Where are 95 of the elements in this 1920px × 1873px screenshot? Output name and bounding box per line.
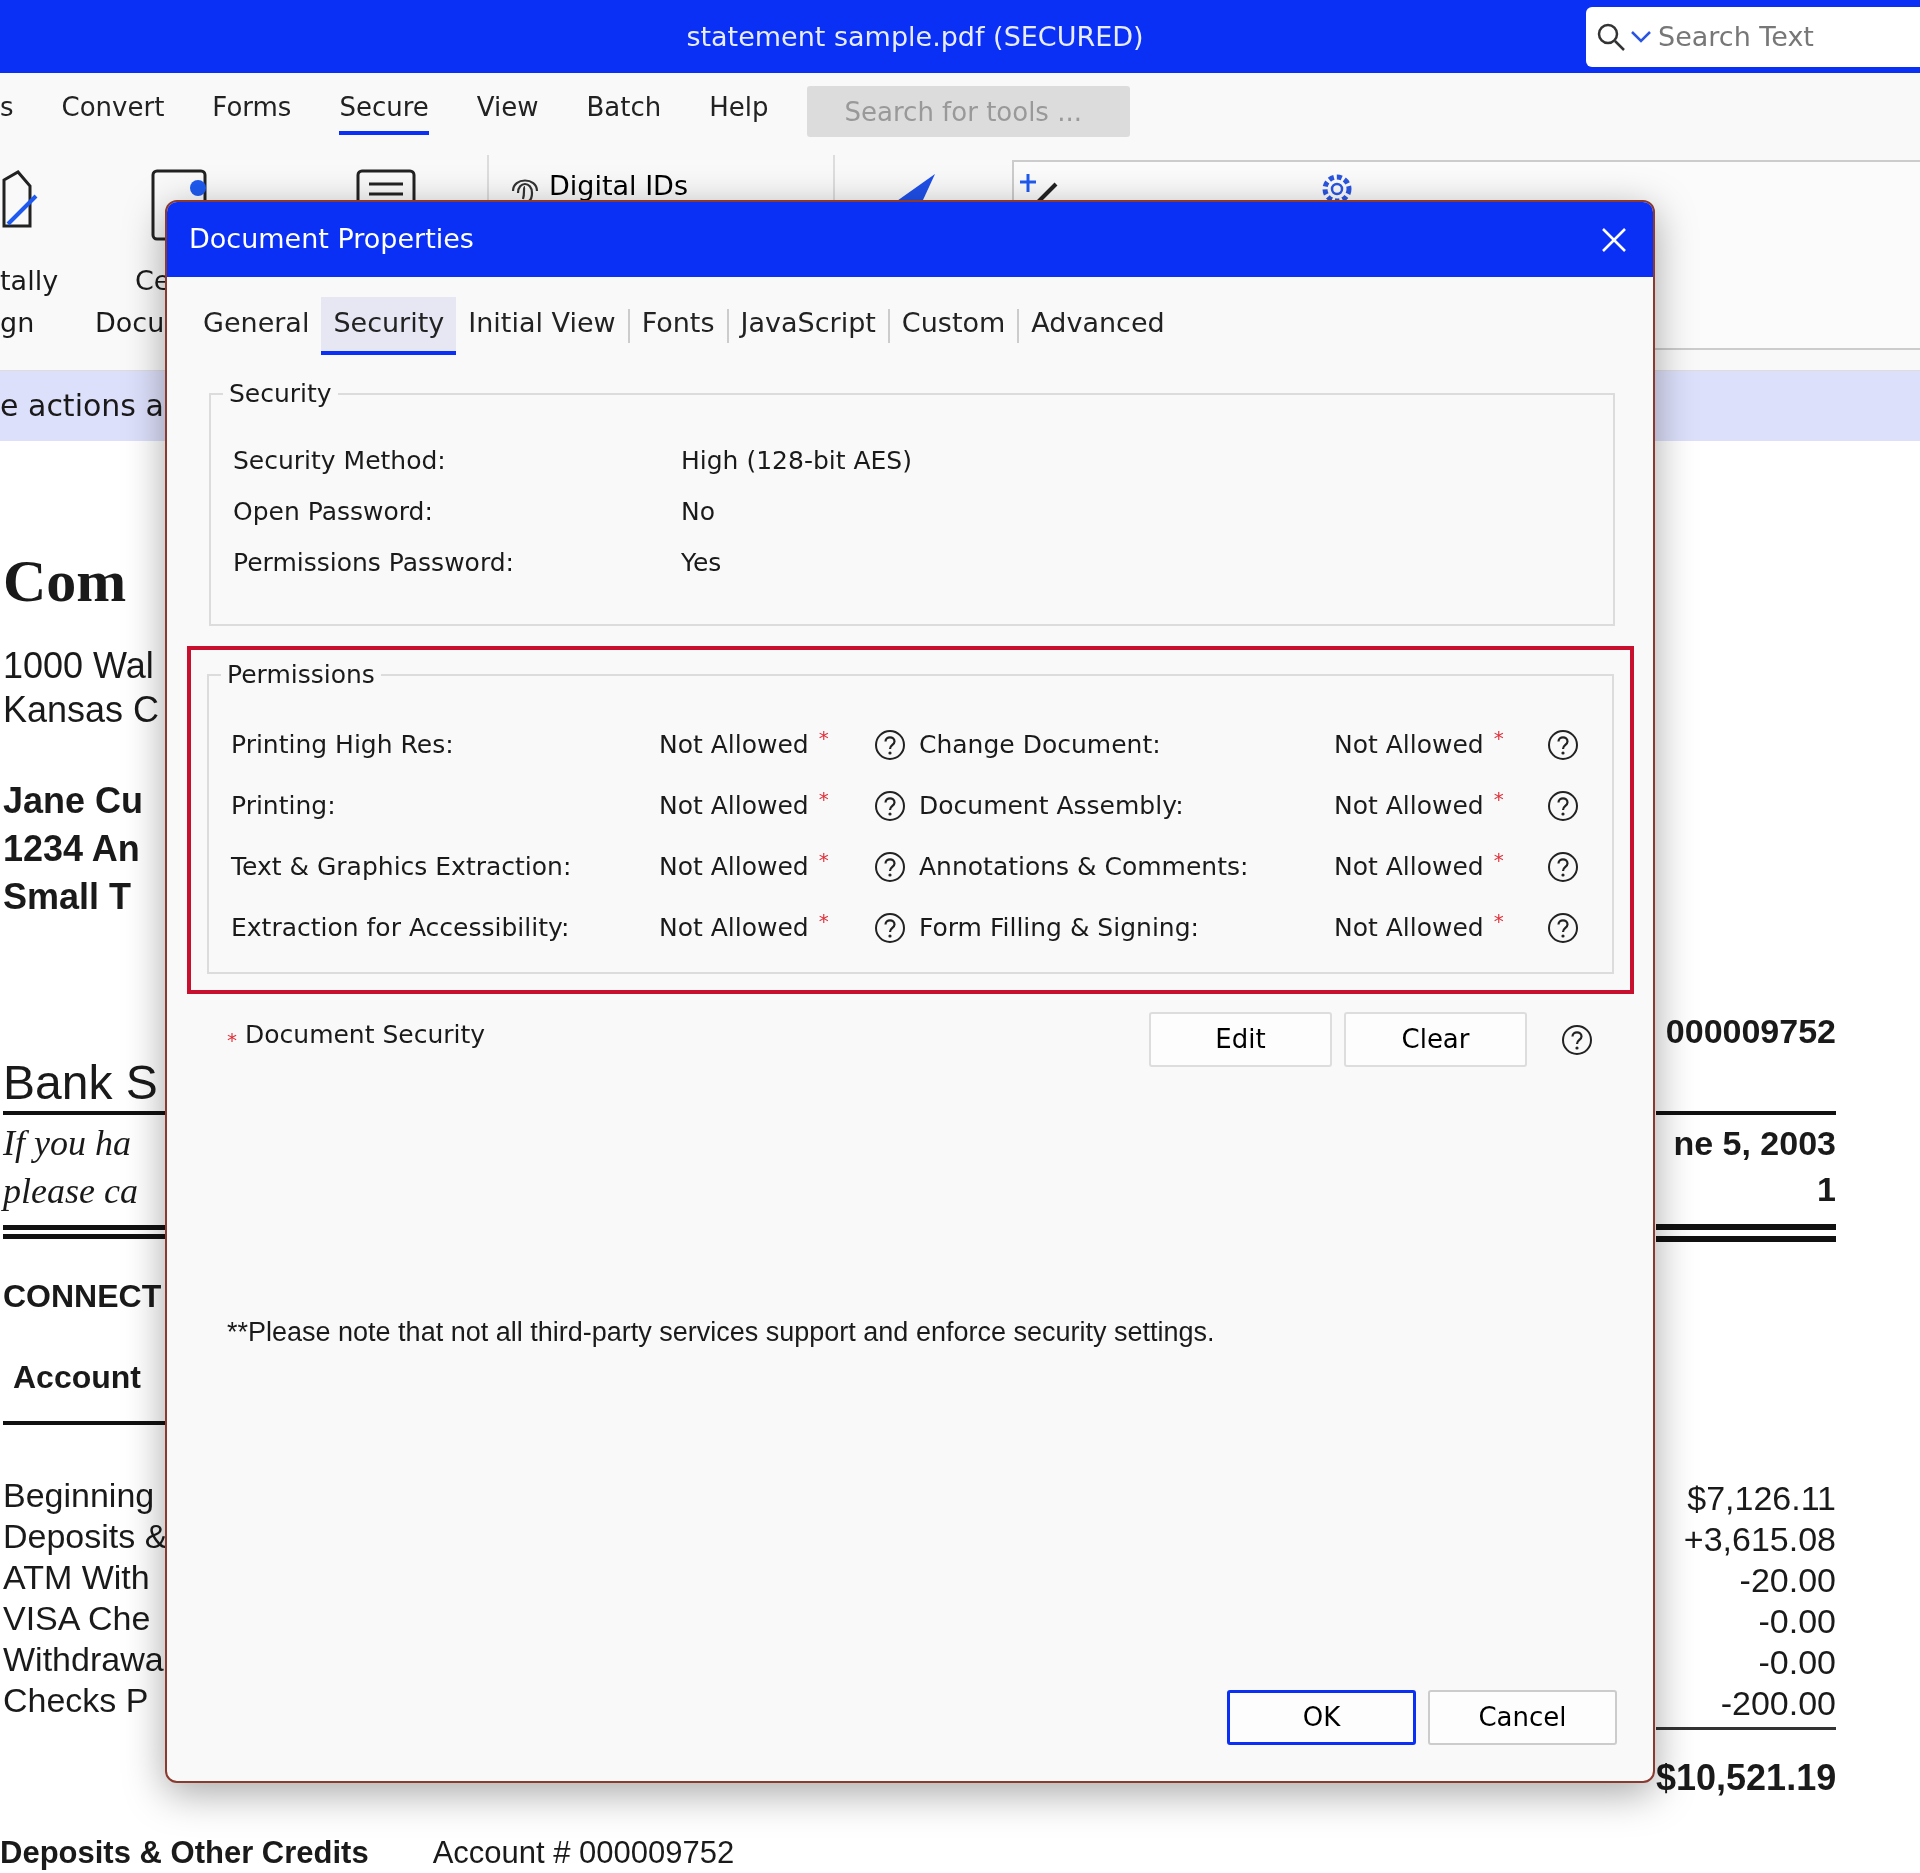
help-icon[interactable] xyxy=(874,789,906,822)
tab[interactable]: Initial View xyxy=(456,296,628,356)
digital-ids-button[interactable]: Digital IDs xyxy=(509,164,688,208)
permission-label: Annotations & Comments: xyxy=(919,851,1250,883)
summary-label: ATM With xyxy=(3,1557,150,1598)
ribbon-label[interactable]: tally xyxy=(0,260,59,302)
permission-label: Form Filling & Signing: xyxy=(919,912,1200,944)
summary-label: Checks P xyxy=(3,1680,149,1721)
chevron-down-icon[interactable] xyxy=(1630,30,1652,44)
tab[interactable]: General xyxy=(191,296,322,356)
window-title: statement sample.pdf (SECURED) xyxy=(686,20,1145,54)
edit-button[interactable]: Edit xyxy=(1149,1012,1332,1067)
amount: $7,126.11 xyxy=(1687,1478,1836,1519)
statement-info: ne 5, 2003 xyxy=(1673,1123,1836,1164)
permission-label: Document Assembly: xyxy=(919,790,1185,822)
menu-item[interactable]: Convert xyxy=(61,88,165,135)
search-box[interactable]: Search Text xyxy=(1586,7,1920,67)
field-label: Open Password: xyxy=(233,496,434,528)
menu-item[interactable]: Batch xyxy=(586,88,662,135)
help-icon[interactable] xyxy=(1547,911,1579,944)
tab[interactable]: Custom xyxy=(889,296,1018,356)
permission-label: Extraction for Accessibility: xyxy=(231,912,571,944)
field-label: Security Method: xyxy=(233,445,447,477)
tab[interactable]: Fonts xyxy=(629,296,727,356)
permission-value: Not Allowed * xyxy=(1334,847,1505,883)
cancel-button[interactable]: Cancel xyxy=(1428,1690,1617,1745)
field-label: Permissions Password: xyxy=(233,547,515,579)
account-number: 000009752 xyxy=(1665,1011,1836,1051)
info-text: e actions a xyxy=(0,388,164,423)
account-label: Account # 000009752 xyxy=(432,1834,735,1872)
field-value: High (128-bit AES) xyxy=(681,445,912,477)
menu-item[interactable]: s xyxy=(0,88,14,135)
recipient-line: Small T xyxy=(3,875,132,919)
statement-note: please ca xyxy=(3,1170,138,1213)
recipient-line: 1234 An xyxy=(3,827,140,871)
amount: -20.00 xyxy=(1739,1560,1836,1601)
section-heading: CONNECT xyxy=(3,1277,162,1316)
clear-button[interactable]: Clear xyxy=(1344,1012,1527,1067)
ribbon-label[interactable]: Docu xyxy=(95,302,165,344)
tool-search-field[interactable]: Search for tools ... xyxy=(806,86,1130,137)
statement-info: 1 xyxy=(1817,1169,1836,1210)
search-icon[interactable] xyxy=(1596,22,1626,52)
total-amount: $10,521.19 xyxy=(1656,1756,1837,1800)
tab[interactable]: Security xyxy=(321,296,457,356)
menu-item[interactable]: Secure xyxy=(339,88,429,135)
permission-label: Text & Graphics Extraction: xyxy=(231,851,573,883)
help-icon[interactable] xyxy=(874,911,906,944)
menu-item[interactable]: Forms xyxy=(212,88,292,135)
help-icon[interactable] xyxy=(874,850,906,883)
amount: +3,615.08 xyxy=(1683,1519,1836,1560)
close-icon xyxy=(1601,226,1627,253)
pen-document-icon[interactable] xyxy=(0,170,40,230)
group-title: Permissions xyxy=(226,660,376,690)
permission-value: Not Allowed * xyxy=(659,908,830,944)
ok-button[interactable]: OK xyxy=(1227,1690,1416,1745)
permission-value: Not Allowed * xyxy=(659,847,830,883)
menu-item[interactable]: Help xyxy=(709,88,769,135)
ribbon-label[interactable]: gn xyxy=(0,302,35,344)
help-icon[interactable] xyxy=(1547,728,1579,761)
summary-label: Withdrawa xyxy=(3,1639,164,1680)
subsection-heading: Account xyxy=(13,1358,141,1397)
section-heading: Deposits & Other Credits xyxy=(0,1834,369,1872)
amount: -0.00 xyxy=(1758,1642,1836,1683)
statement-note: If you ha xyxy=(3,1122,131,1165)
field-value: Yes xyxy=(681,547,722,579)
permission-label: Change Document: xyxy=(919,729,1162,761)
permission-value: Not Allowed * xyxy=(659,725,830,761)
field-value: No xyxy=(681,496,715,528)
permission-value: Not Allowed * xyxy=(1334,908,1505,944)
help-icon[interactable] xyxy=(1561,1023,1593,1056)
help-icon[interactable] xyxy=(1547,850,1579,883)
recipient-line: Jane Cu xyxy=(3,779,144,823)
company-name: Com xyxy=(3,547,127,616)
summary-label: Deposits & xyxy=(3,1516,168,1557)
amount: -200.00 xyxy=(1720,1683,1836,1724)
tab[interactable]: Advanced xyxy=(1019,296,1177,356)
amount: -0.00 xyxy=(1758,1601,1836,1642)
help-icon[interactable] xyxy=(1547,789,1579,822)
tab[interactable]: JavaScript xyxy=(728,296,888,356)
note-text: **Please note that not all third-party services support and enforce security settings. xyxy=(227,1316,1216,1349)
group-title: Security xyxy=(228,379,333,409)
statement-heading: Bank S xyxy=(3,1055,158,1111)
permission-value: Not Allowed * xyxy=(1334,786,1505,822)
permission-label: Printing High Res: xyxy=(231,729,455,761)
permission-value: Not Allowed * xyxy=(1334,725,1505,761)
menu-item[interactable]: View xyxy=(476,88,539,135)
help-icon[interactable] xyxy=(874,728,906,761)
summary-label: Beginning xyxy=(3,1475,155,1516)
dialog-title: Document Properties xyxy=(189,222,474,257)
permission-value: Not Allowed * xyxy=(659,786,830,822)
permission-label: Printing: xyxy=(231,790,337,822)
address-line: 1000 Wal xyxy=(3,644,154,688)
security-label: * Document Security xyxy=(227,1018,486,1054)
summary-label: VISA Che xyxy=(3,1598,151,1639)
address-line: Kansas C xyxy=(3,688,160,732)
